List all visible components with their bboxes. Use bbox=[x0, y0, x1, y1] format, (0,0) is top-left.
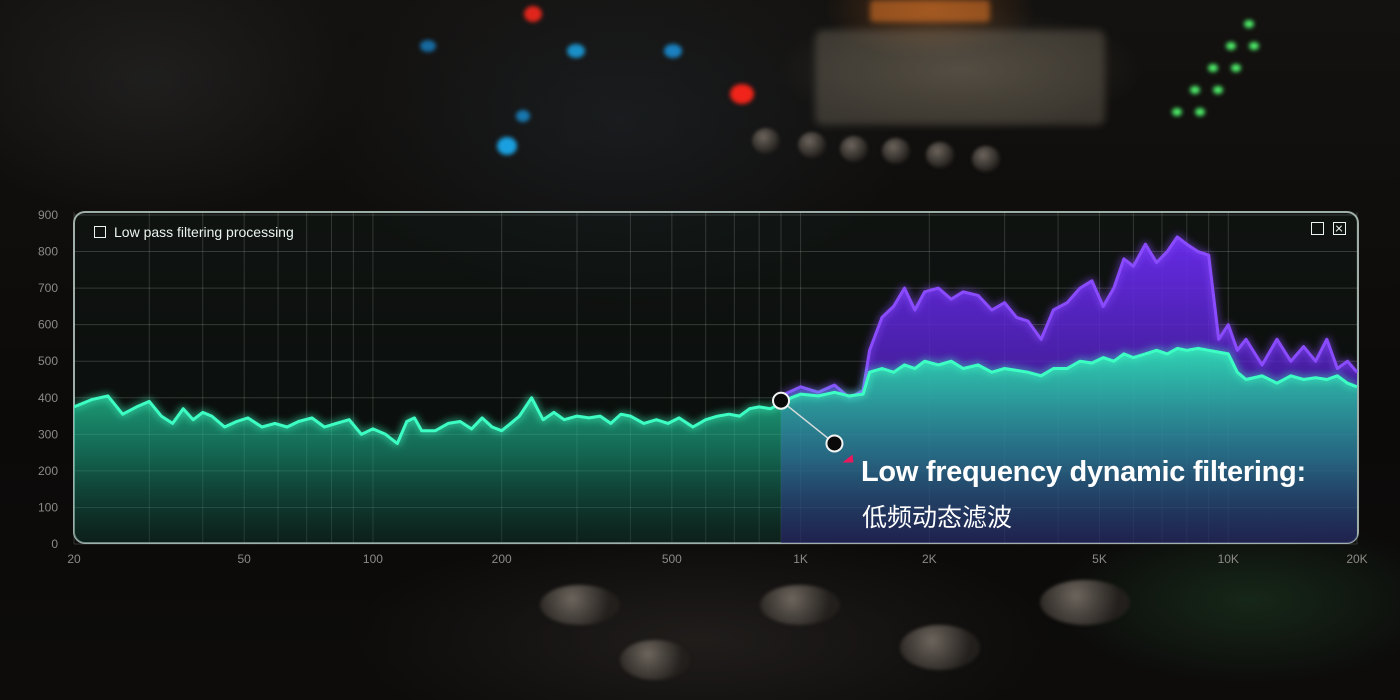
y-tick-label: 300 bbox=[38, 427, 58, 441]
y-tick-label: 400 bbox=[38, 391, 58, 405]
y-tick-label: 600 bbox=[38, 318, 58, 332]
x-tick-label: 10K bbox=[1218, 552, 1239, 566]
y-tick-label: 0 bbox=[51, 537, 58, 551]
x-tick-label: 100 bbox=[363, 552, 383, 566]
spectrum-chart: 0 100 200 300 400 500 600 700 800 900 20 50 100 200 5… bbox=[38, 208, 1368, 566]
panel-header: Low pass filtering processing bbox=[94, 224, 294, 240]
y-tick-label: 200 bbox=[38, 464, 58, 478]
y-tick-label: 500 bbox=[38, 354, 58, 368]
annotation-subtitle: 低频动态滤波 bbox=[862, 504, 1013, 532]
x-tick-label: 500 bbox=[662, 552, 682, 566]
y-axis: 0 100 200 300 400 500 600 700 800 900 bbox=[38, 208, 58, 551]
annotation-title: Low frequency dynamic filtering: bbox=[861, 456, 1306, 488]
maximize-icon[interactable] bbox=[1311, 222, 1324, 235]
chart-series-layer bbox=[74, 235, 1358, 543]
data-marker bbox=[825, 434, 844, 453]
panel-title: Low pass filtering processing bbox=[114, 224, 294, 240]
x-tick-label: 5K bbox=[1092, 552, 1107, 566]
x-tick-label: 1K bbox=[793, 552, 808, 566]
series-area-teal bbox=[74, 348, 1357, 543]
x-tick-label: 20 bbox=[67, 552, 81, 566]
x-tick-label: 20K bbox=[1346, 552, 1367, 566]
y-tick-label: 700 bbox=[38, 281, 58, 295]
data-marker bbox=[772, 391, 791, 410]
y-tick-label: 900 bbox=[38, 208, 58, 222]
x-tick-label: 2K bbox=[922, 552, 937, 566]
x-tick-label: 50 bbox=[238, 552, 252, 566]
x-tick-label: 200 bbox=[492, 552, 512, 566]
y-tick-label: 100 bbox=[38, 500, 58, 514]
x-axis: 20 50 100 200 500 1K 2K 5K 10K 20K bbox=[67, 552, 1367, 566]
close-icon[interactable] bbox=[1333, 222, 1346, 235]
checkbox-icon[interactable] bbox=[94, 226, 106, 238]
y-tick-label: 800 bbox=[38, 245, 58, 259]
